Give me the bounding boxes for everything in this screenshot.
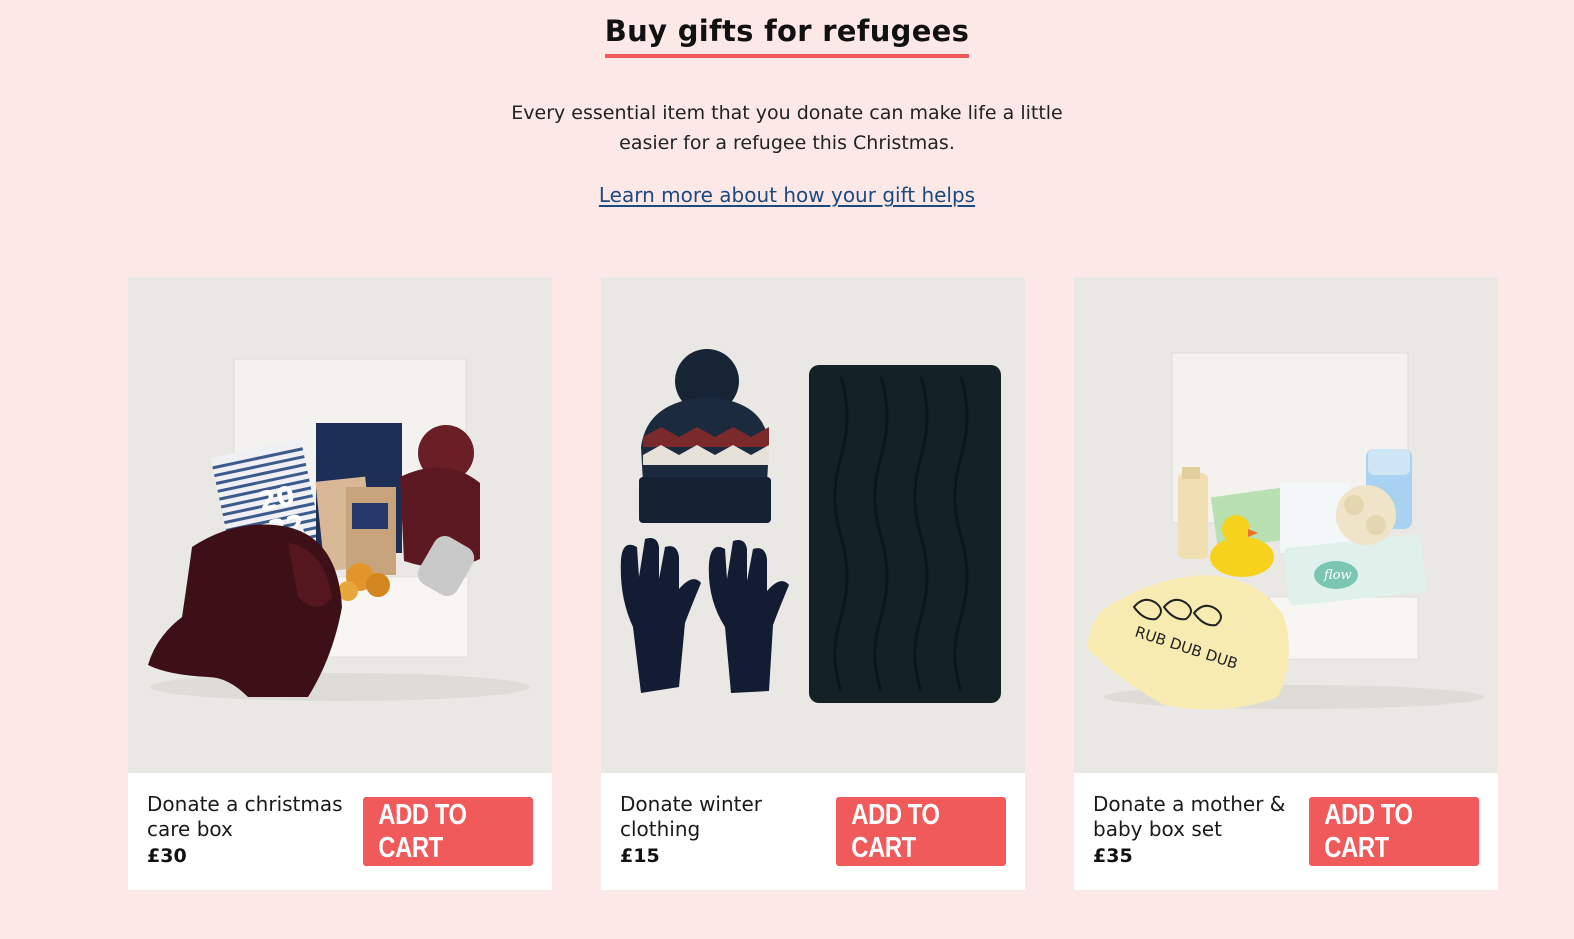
product-card-christmas-box: 20 22 Donate a christmas care box £30 [128, 277, 552, 890]
product-name: Donate winter clothing [620, 792, 763, 841]
product-price: £15 [620, 845, 660, 867]
mother-baby-box-image[interactable]: flow RUB DUB DUB [1074, 277, 1498, 773]
product-card-mother-baby-box: flow RUB DUB DUB Donate a mother & baby … [1074, 277, 1498, 890]
intro-text: Every essential item that you donate can… [511, 102, 1063, 154]
add-to-cart-label: ADD TO CART [378, 798, 467, 864]
product-info: Donate a mother & baby box set £35 ADD T… [1074, 773, 1498, 890]
add-to-cart-button[interactable]: ADD TO CART [836, 797, 1006, 866]
title-underline: Buy gifts for refugees [604, 14, 970, 58]
product-name: Donate a christmas care box [147, 792, 343, 841]
product-price: £35 [1093, 845, 1133, 867]
page-title: Buy gifts for refugees [604, 14, 970, 48]
add-to-cart-button[interactable]: ADD TO CART [363, 797, 533, 866]
add-to-cart-label: ADD TO CART [1324, 798, 1413, 864]
add-to-cart-label: ADD TO CART [851, 798, 940, 864]
section-header: Buy gifts for refugees Every essential i… [0, 0, 1574, 207]
christmas-care-box-image[interactable]: 20 22 [128, 277, 552, 773]
product-name: Donate a mother & baby box set [1093, 792, 1286, 841]
learn-more-link[interactable]: Learn more about how your gift helps [599, 183, 975, 207]
product-price: £30 [147, 845, 187, 867]
add-to-cart-button[interactable]: ADD TO CART [1309, 797, 1479, 866]
product-info: Donate winter clothing £15 ADD TO CART [601, 773, 1025, 890]
winter-clothing-image[interactable] [601, 277, 1025, 773]
wipes-brand-text: flow [1323, 568, 1352, 583]
product-card-winter-clothing: Donate winter clothing £15 ADD TO CART [601, 277, 1025, 890]
product-info: Donate a christmas care box £30 ADD TO C… [128, 773, 552, 890]
